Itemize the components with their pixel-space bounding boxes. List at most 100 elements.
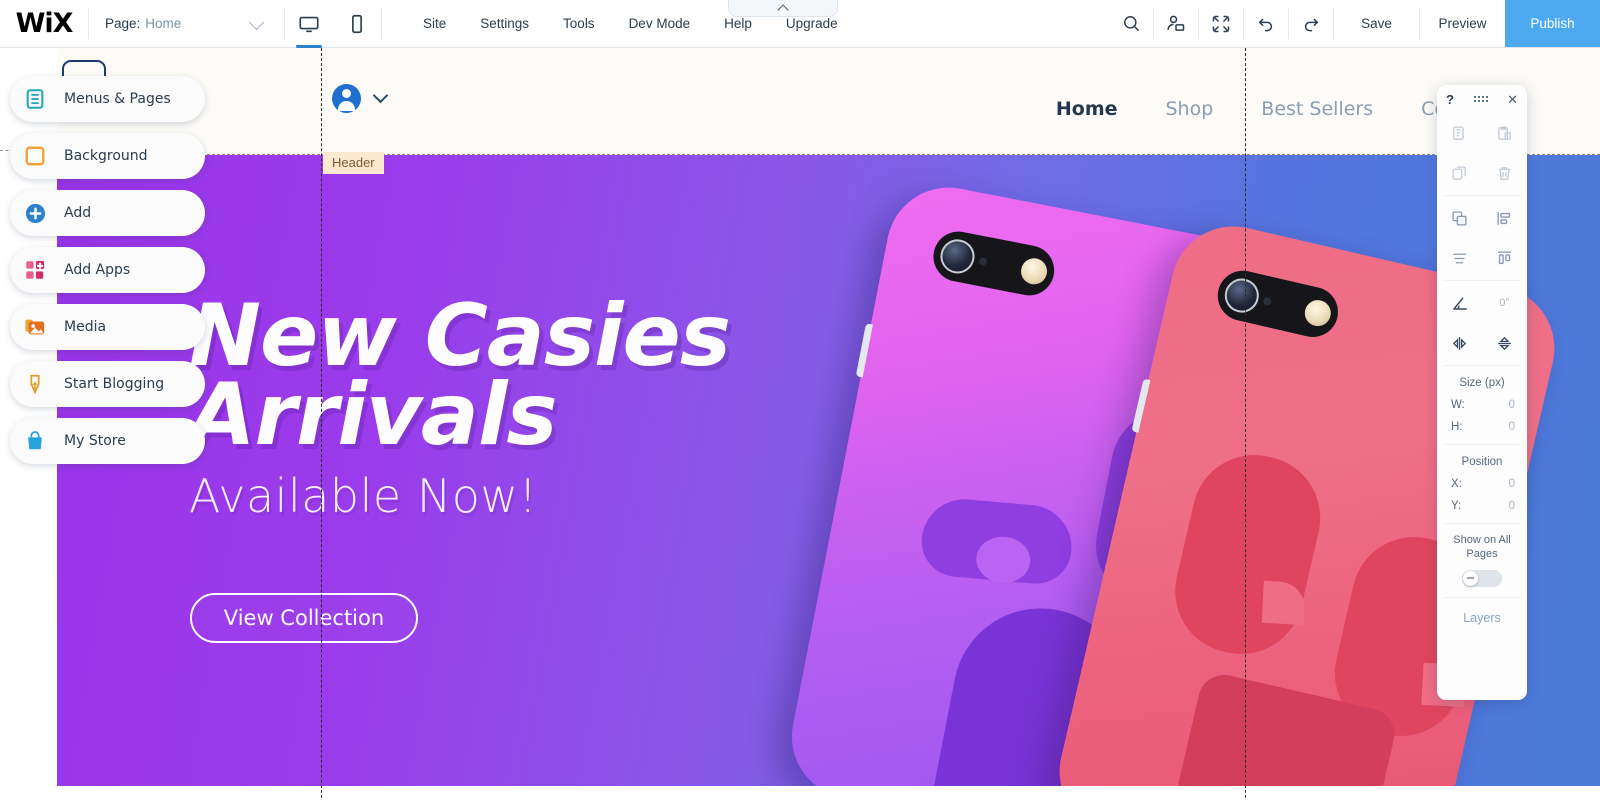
site-header-section[interactable]: Home Shop Best Sellers Contact U [57, 48, 1600, 155]
search-icon[interactable] [1109, 0, 1153, 47]
help-icon[interactable]: ? [1446, 92, 1454, 107]
sidebar-item-add-apps[interactable]: Add Apps [10, 247, 205, 293]
undo-icon[interactable] [1244, 0, 1288, 47]
hero-heading-block[interactable]: New Casies Arrivals Available Now! [189, 293, 731, 524]
close-icon[interactable]: ✕ [1507, 93, 1518, 106]
mobile-icon[interactable] [344, 9, 370, 39]
view-collection-button[interactable]: View Collection [190, 593, 418, 643]
paste-icon[interactable] [1482, 113, 1527, 153]
flip-vertical-icon[interactable] [1482, 323, 1527, 363]
hero-headline-line-2: Arrivals [189, 365, 558, 466]
flip-horizontal-icon[interactable] [1437, 323, 1482, 363]
page-selector-label: Page: [105, 16, 141, 31]
nav-link-best-sellers[interactable]: Best Sellers [1261, 98, 1373, 120]
save-button[interactable]: Save [1334, 0, 1419, 47]
nav-link-shop[interactable]: Shop [1166, 98, 1214, 120]
active-device-indicator [296, 44, 322, 48]
position-y-label: Y: [1451, 500, 1462, 512]
chevron-down-icon[interactable] [248, 14, 265, 30]
size-width-row[interactable]: W: 0 [1437, 394, 1527, 416]
header-boundary-guide [57, 154, 1600, 155]
distribute-icon[interactable] [1437, 238, 1482, 278]
store-bag-icon [22, 428, 48, 454]
sidebar-item-label: My Store [64, 433, 126, 449]
duplicate-icon[interactable] [1437, 153, 1482, 193]
menu-item-settings[interactable]: Settings [463, 10, 546, 37]
show-on-all-pages-label: Show on All Pages [1453, 534, 1511, 560]
size-section-title: Size (px) [1459, 377, 1505, 389]
panel-tool-grid-arrange[interactable] [1437, 198, 1527, 278]
redo-icon[interactable] [1289, 0, 1333, 47]
device-switcher[interactable] [285, 0, 381, 48]
size-height-row[interactable]: H: 0 [1437, 416, 1527, 438]
size-height-value[interactable]: 0 [1509, 421, 1515, 433]
rotate-angle-value[interactable]: 0° [1482, 283, 1527, 323]
add-apps-icon [22, 257, 48, 283]
menus-pages-icon [22, 86, 48, 112]
add-plus-icon [22, 200, 48, 226]
camera-module-purple [929, 227, 1059, 300]
user-roles-icon[interactable] [1154, 0, 1198, 47]
desktop-icon[interactable] [296, 9, 322, 48]
copy-icon[interactable] [1437, 113, 1482, 153]
publish-button[interactable]: Publish [1505, 0, 1600, 47]
sidebar-item-start-blogging[interactable]: Start Blogging [10, 361, 205, 407]
rotate-angle-icon[interactable] [1437, 283, 1482, 323]
sidebar-item-label: Add [64, 205, 92, 221]
sidebar-item-my-store[interactable]: My Store [10, 418, 205, 464]
wix-editor-window: Home Shop Best Sellers Contact U [0, 0, 1600, 800]
sidebar-item-label: Background [64, 148, 148, 164]
position-x-value[interactable]: 0 [1509, 478, 1515, 490]
align-vertical-icon[interactable] [1482, 238, 1527, 278]
sidebar-item-media[interactable]: Media [10, 304, 205, 350]
sidebar-item-background[interactable]: Background [10, 133, 205, 179]
wix-logo[interactable]: WiX [0, 0, 88, 47]
hero-section[interactable]: New Casies Arrivals Available Now! View … [57, 155, 1600, 786]
panel-tool-grid-clipboard[interactable] [1437, 113, 1527, 193]
media-icon [22, 314, 48, 340]
hero-subheadline: Available Now! [189, 469, 538, 524]
menu-item-site[interactable]: Site [406, 10, 463, 37]
nav-link-home[interactable]: Home [1056, 98, 1118, 120]
zoom-out-icon[interactable] [1199, 0, 1243, 47]
panel-header[interactable]: ? ✕ [1437, 85, 1527, 113]
account-avatar-icon[interactable] [332, 84, 361, 113]
vertical-guide-right [1245, 48, 1246, 800]
page-selector[interactable]: Page: Home [89, 0, 284, 47]
layers-link[interactable]: Layers [1437, 600, 1527, 625]
align-horizontal-icon[interactable] [1482, 198, 1527, 238]
header-section-badge: Header [323, 152, 384, 174]
collapse-toolbar-tab[interactable] [728, 0, 838, 17]
position-x-label: X: [1451, 478, 1462, 490]
top-bar-actions[interactable]: Save Preview Publish [1109, 0, 1600, 47]
sidebar-item-label: Start Blogging [64, 376, 165, 392]
blog-pen-icon [22, 371, 48, 397]
account-widget[interactable] [332, 84, 389, 113]
page-selector-value: Home [145, 16, 182, 31]
site-canvas[interactable]: Home Shop Best Sellers Contact U [0, 48, 1600, 800]
menu-item-dev-mode[interactable]: Dev Mode [612, 10, 708, 37]
element-tools-panel[interactable]: ? ✕ 0° Size (px) W: 0 H: 0 Position X: 0… [1437, 85, 1527, 700]
panel-tool-grid-transform[interactable]: 0° [1437, 283, 1527, 363]
sidebar-item-menus-pages[interactable]: Menus & Pages [10, 76, 205, 122]
position-x-row[interactable]: X: 0 [1437, 473, 1527, 495]
preview-button[interactable]: Preview [1420, 0, 1505, 47]
menu-item-tools[interactable]: Tools [546, 10, 612, 37]
camera-module-pink [1212, 265, 1343, 342]
size-height-label: H: [1451, 421, 1463, 433]
show-on-all-pages-toggle[interactable] [1462, 569, 1502, 587]
chevron-down-icon[interactable] [372, 87, 389, 104]
sidebar-item-label: Add Apps [64, 262, 131, 278]
size-width-value[interactable]: 0 [1509, 399, 1515, 411]
arrange-icon[interactable] [1437, 198, 1482, 238]
chevron-up-icon [777, 4, 789, 16]
delete-trash-icon[interactable] [1482, 153, 1527, 193]
drag-handle-icon[interactable] [1473, 96, 1488, 102]
sidebar-item-add[interactable]: Add [10, 190, 205, 236]
sidebar-item-label: Menus & Pages [64, 91, 171, 107]
background-icon [22, 143, 48, 169]
editor-sidebar[interactable]: Menus & Pages Background Add Add Apps Me… [10, 76, 205, 475]
position-y-value[interactable]: 0 [1509, 500, 1515, 512]
position-y-row[interactable]: Y: 0 [1437, 495, 1527, 517]
position-section-title: Position [1461, 456, 1503, 468]
